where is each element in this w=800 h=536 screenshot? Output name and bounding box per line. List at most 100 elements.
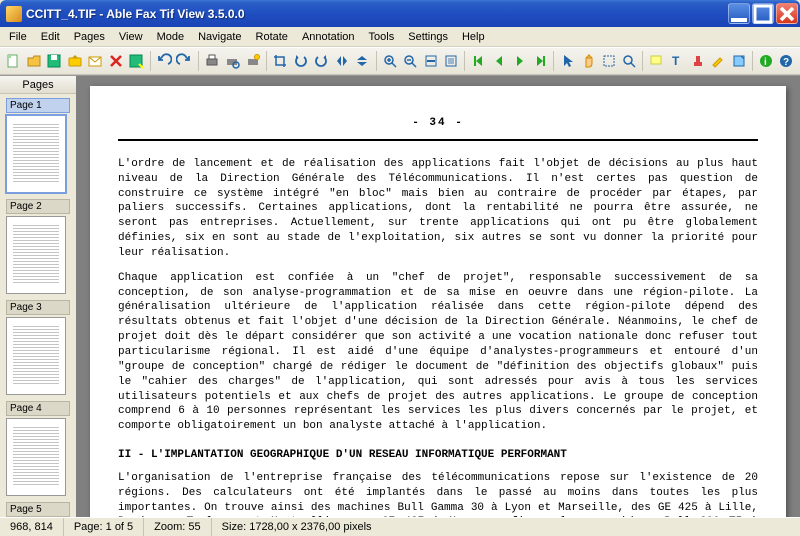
menu-settings[interactable]: Settings [401,29,455,45]
flip-v-icon [354,53,370,69]
thumbnail-page-1[interactable]: Page 1 [6,98,70,193]
thumbnail-page-3[interactable]: Page 3 [6,300,70,395]
info-button[interactable]: i [757,50,776,72]
first-page-button[interactable] [469,50,488,72]
highlight-icon [710,53,726,69]
page-rule [118,139,758,141]
select-button[interactable] [599,50,618,72]
close-icon [777,4,797,24]
menu-help[interactable]: Help [455,29,492,45]
titlebar: CCITT_4.TIF - Able Fax Tif View 3.5.0.0 [0,0,800,27]
next-page-icon [512,53,528,69]
thumbnail-label: Page 5 [6,502,70,517]
zoom-out-icon [402,53,418,69]
status-page: Page: 1 of 5 [64,518,144,536]
thumbnail-label: Page 4 [6,401,70,416]
delete-button[interactable] [107,50,126,72]
fit-page-button[interactable] [442,50,461,72]
separator [642,51,643,71]
prev-page-button[interactable] [490,50,509,72]
menu-edit[interactable]: Edit [34,29,67,45]
thumbnail-page-4[interactable]: Page 4 [6,401,70,496]
redo-button[interactable] [175,50,194,72]
status-size: Size: 1728,00 x 2376,00 pixels [212,518,800,536]
menu-pages[interactable]: Pages [67,29,112,45]
window-title: CCITT_4.TIF - Able Fax Tif View 3.5.0.0 [26,7,728,21]
flip-h-icon [334,53,350,69]
maximize-button[interactable] [752,3,774,24]
document-page: - 34 - L'ordre de lancement et de réalis… [90,86,786,517]
info-icon: i [758,53,774,69]
separator [266,51,267,71]
pages-sidebar: Pages Page 1 Page 2 Page 3 Page 4 Page 5 [0,76,76,517]
hand-icon [580,53,596,69]
new-button[interactable] [4,50,23,72]
fit-page-icon [443,53,459,69]
mail-icon [87,53,103,69]
help-button[interactable]: ? [777,50,796,72]
note-button[interactable] [729,50,748,72]
rotate-right-button[interactable] [312,50,331,72]
menu-file[interactable]: File [2,29,34,45]
hand-button[interactable] [579,50,598,72]
next-page-button[interactable] [510,50,529,72]
document-viewer[interactable]: - 34 - L'ordre de lancement et de réalis… [76,76,800,517]
thumbnails-list[interactable]: Page 1 Page 2 Page 3 Page 4 Page 5 [0,94,76,517]
flip-h-button[interactable] [332,50,351,72]
delete-icon [108,53,124,69]
menu-annotation[interactable]: Annotation [295,29,362,45]
highlight-button[interactable] [709,50,728,72]
undo-button[interactable] [155,50,174,72]
menu-view[interactable]: View [112,29,150,45]
menu-rotate[interactable]: Rotate [249,29,295,45]
close-button[interactable] [776,3,798,24]
save-button[interactable] [45,50,64,72]
pointer-icon [560,53,576,69]
sidebar-header: Pages [0,76,76,94]
separator [376,51,377,71]
last-page-icon [532,53,548,69]
stamp-button[interactable] [688,50,707,72]
mail-button[interactable] [86,50,105,72]
open-button[interactable] [25,50,44,72]
thumbnail-image [6,418,66,496]
print-preview-button[interactable] [223,50,242,72]
print-preview-icon [224,53,240,69]
app-icon [6,6,22,22]
zoom-out-button[interactable] [401,50,420,72]
text-tool-icon: T [669,53,685,69]
status-size-label: Size: [222,521,246,533]
print-setup-button[interactable] [244,50,263,72]
minimize-icon [729,4,749,24]
last-page-button[interactable] [531,50,550,72]
magnifier-button[interactable] [620,50,639,72]
rotate-left-button[interactable] [291,50,310,72]
paragraph: Chaque application est confiée à un "che… [118,271,758,434]
content-area: Pages Page 1 Page 2 Page 3 Page 4 Page 5 [0,75,800,517]
thumbnail-page-2[interactable]: Page 2 [6,199,70,294]
separator [198,51,199,71]
separator [150,51,151,71]
save-icon [46,53,62,69]
magnifier-icon [621,53,637,69]
rotate-right-icon [313,53,329,69]
zoom-in-icon [382,53,398,69]
acquire-button[interactable] [66,50,85,72]
annotations-button[interactable] [647,50,666,72]
menu-tools[interactable]: Tools [362,29,402,45]
text-tool-button[interactable]: T [668,50,687,72]
pointer-button[interactable] [558,50,577,72]
window-controls [728,3,798,24]
thumbnail-image [6,115,66,193]
zoom-in-button[interactable] [380,50,399,72]
crop-button[interactable] [271,50,290,72]
fit-width-button[interactable] [421,50,440,72]
menu-mode[interactable]: Mode [150,29,192,45]
thumbnail-label: Page 1 [6,98,70,113]
menu-navigate[interactable]: Navigate [191,29,248,45]
flip-v-button[interactable] [353,50,372,72]
print-button[interactable] [202,50,221,72]
save-as-button[interactable] [127,50,146,72]
minimize-button[interactable] [728,3,750,24]
thumbnail-page-5[interactable]: Page 5 [6,502,70,517]
